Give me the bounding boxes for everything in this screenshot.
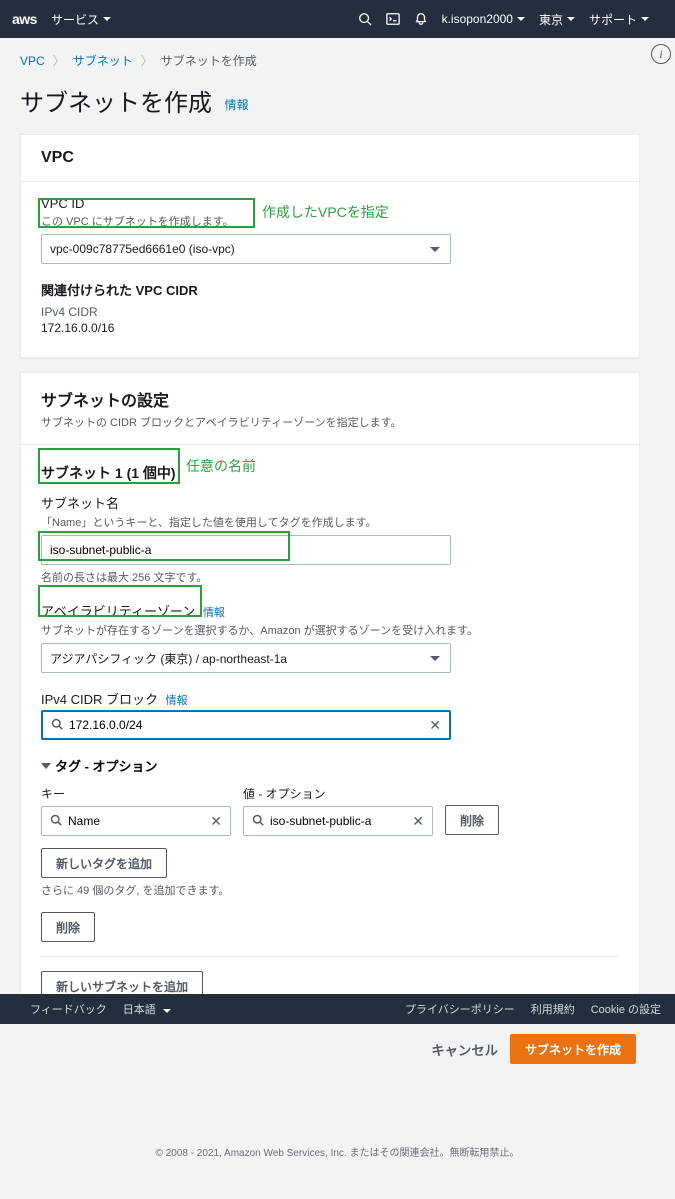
- add-tag-button[interactable]: 新しいタグを追加: [41, 848, 167, 878]
- vpc-id-label: VPC ID: [41, 196, 619, 211]
- aws-logo[interactable]: aws: [12, 11, 37, 27]
- remove-tag-button[interactable]: 削除: [445, 805, 499, 835]
- subnet-heading: サブネット 1 (1 個中): [41, 463, 619, 483]
- clear-icon[interactable]: ✕: [429, 717, 441, 734]
- breadcrumb: VPC 〉 サブネット 〉 サブネットを作成: [20, 52, 640, 69]
- language-menu[interactable]: 日本語: [123, 1001, 171, 1017]
- ipv4-cidr-value: 172.16.0.0/16: [41, 321, 619, 335]
- vpc-panel-title: VPC: [41, 149, 619, 167]
- region-menu[interactable]: 東京: [539, 11, 575, 28]
- search-icon: [252, 814, 264, 829]
- tag-value-input[interactable]: ✕: [243, 806, 433, 836]
- chevron-down-icon: [163, 1009, 171, 1013]
- breadcrumb-subnet[interactable]: サブネット: [73, 52, 133, 69]
- az-info-link[interactable]: 情報: [203, 607, 225, 619]
- tag-limit-text: さらに 49 個のタグ, を追加できます。: [41, 882, 619, 898]
- subnet-panel-subtitle: サブネットの CIDR ブロックとアベイラビリティーゾーンを指定します。: [41, 414, 619, 430]
- notifications-icon[interactable]: [414, 12, 428, 26]
- search-icon[interactable]: [358, 12, 372, 26]
- account-menu[interactable]: k.isopon2000: [442, 12, 525, 26]
- chevron-down-icon: [517, 17, 525, 21]
- feedback-link[interactable]: フィードバック: [30, 1001, 107, 1017]
- chevron-down-icon: [567, 17, 575, 21]
- cookie-link[interactable]: Cookie の設定: [591, 1001, 661, 1017]
- terms-link[interactable]: 利用規約: [531, 1001, 575, 1017]
- az-label: アベイラビリティーゾーン 情報: [41, 601, 619, 620]
- vpc-id-help: この VPC にサブネットを作成します。: [41, 213, 619, 229]
- chevron-down-icon: [430, 247, 440, 252]
- services-menu[interactable]: サービス: [51, 11, 111, 28]
- delete-subnet-button[interactable]: 削除: [41, 912, 95, 942]
- info-link[interactable]: 情報: [225, 98, 249, 112]
- breadcrumb-current: サブネットを作成: [161, 52, 257, 69]
- chevron-right-icon: 〉: [53, 52, 65, 69]
- clear-icon[interactable]: ✕: [412, 813, 424, 830]
- az-select[interactable]: アジアパシフィック (東京) / ap-northeast-1a: [41, 643, 451, 673]
- tags-toggle[interactable]: タグ - オプション: [41, 756, 619, 775]
- form-actions: キャンセル サブネットを作成: [20, 1034, 640, 1064]
- vpc-panel: VPC VPC ID この VPC にサブネットを作成します。 vpc-009c…: [20, 134, 640, 358]
- create-subnet-button[interactable]: サブネットを作成: [510, 1034, 636, 1064]
- chevron-down-icon: [641, 17, 649, 21]
- info-panel-toggle[interactable]: i: [651, 44, 671, 64]
- cidr-input[interactable]: ✕: [41, 710, 451, 740]
- divider: [41, 956, 619, 957]
- cancel-button[interactable]: キャンセル: [431, 1034, 498, 1064]
- search-icon: [51, 718, 63, 733]
- main-content: VPC 〉 サブネット 〉 サブネットを作成 サブネットを作成 情報 VPC V…: [0, 38, 660, 1084]
- privacy-link[interactable]: プライバシーポリシー: [405, 1001, 515, 1017]
- triangle-down-icon: [41, 763, 51, 769]
- vpc-id-select[interactable]: vpc-009c78775ed6661e0 (iso-vpc): [41, 234, 451, 264]
- search-icon: [50, 814, 62, 829]
- subnet-name-label: サブネット名: [41, 493, 619, 512]
- ipv4-cidr-label: IPv4 CIDR: [41, 305, 619, 319]
- top-nav: aws サービス k.isopon2000 東京 サポート: [0, 0, 675, 38]
- subnet-name-input[interactable]: [41, 535, 451, 565]
- assoc-cidr-label: 関連付けられた VPC CIDR: [41, 280, 619, 299]
- chevron-down-icon: [103, 17, 111, 21]
- subnet-settings-panel: サブネットの設定 サブネットの CIDR ブロックとアベイラビリティーゾーンを指…: [20, 372, 640, 1020]
- footer: フィードバック 日本語 プライバシーポリシー 利用規約 Cookie の設定: [0, 994, 675, 1024]
- tag-key-label: キー: [41, 785, 231, 802]
- clear-icon[interactable]: ✕: [210, 813, 222, 830]
- chevron-right-icon: 〉: [141, 52, 153, 69]
- copyright: © 2008 - 2021, Amazon Web Services, Inc.…: [0, 1084, 675, 1199]
- cidr-info-link[interactable]: 情報: [166, 695, 188, 707]
- subnet-panel-title: サブネットの設定: [41, 387, 619, 411]
- tag-row: キー ✕ 値 - オプション ✕ 削除: [41, 785, 619, 836]
- cloudshell-icon[interactable]: [386, 12, 400, 26]
- support-menu[interactable]: サポート: [589, 11, 649, 28]
- cidr-label: IPv4 CIDR ブロック 情報: [41, 689, 619, 708]
- subnet-name-help: 「Name」というキーと、指定した値を使用してタグを作成します。: [41, 514, 619, 530]
- breadcrumb-vpc[interactable]: VPC: [20, 54, 45, 68]
- az-help: サブネットが存在するゾーンを選択するか、Amazon が選択するゾーンを受け入れ…: [41, 622, 619, 638]
- chevron-down-icon: [430, 656, 440, 661]
- subnet-name-constraint: 名前の長さは最大 256 文字です。: [41, 569, 619, 585]
- tag-key-input[interactable]: ✕: [41, 806, 231, 836]
- tag-value-label: 値 - オプション: [243, 785, 433, 802]
- page-title: サブネットを作成 情報: [20, 83, 640, 118]
